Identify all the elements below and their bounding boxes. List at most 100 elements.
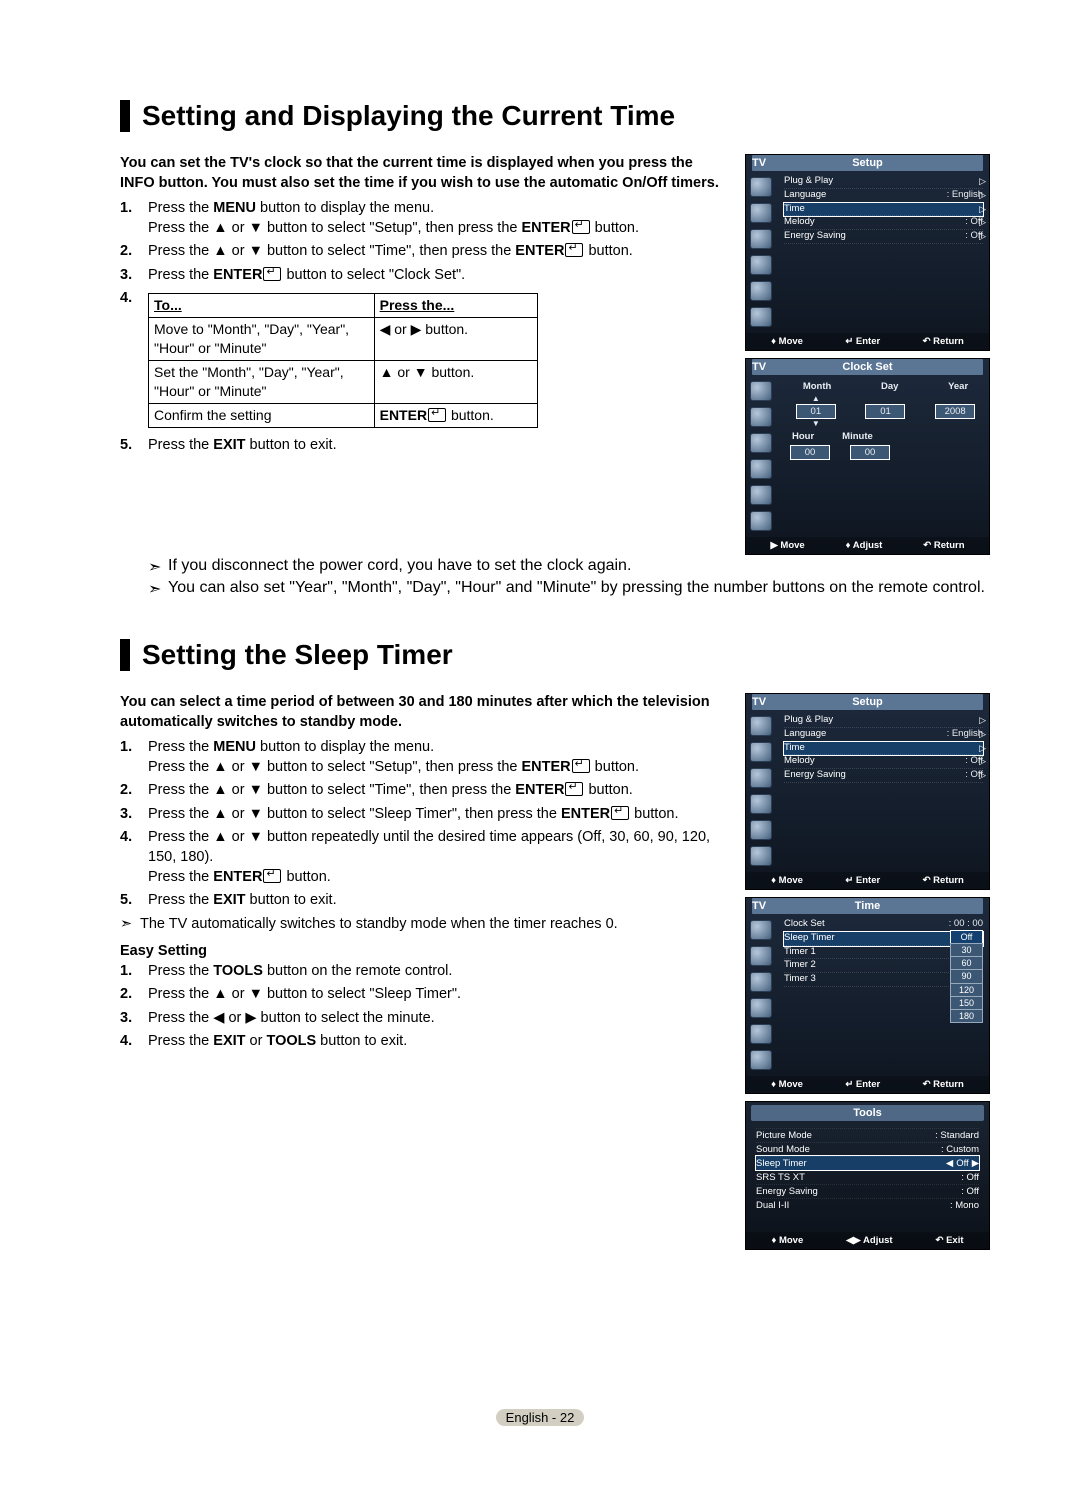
txt: Press the xyxy=(148,963,213,979)
drop-item: 120 xyxy=(950,983,983,997)
txt: button. xyxy=(584,243,632,259)
enter-icon xyxy=(565,782,583,796)
step-1: 1. Press the MENU button to display the … xyxy=(120,199,723,238)
step-number: 2. xyxy=(120,781,148,801)
osd-left-icons xyxy=(746,914,782,1076)
tools-label: TOOLS xyxy=(213,963,263,979)
note-text: You can also set "Year", "Month", "Day",… xyxy=(168,579,990,599)
easy-step-1: 1. Press the TOOLS button on the remote … xyxy=(120,962,723,982)
section-body: You can select a time period of between … xyxy=(120,693,990,1250)
osd-footer: ♦ Move ↵ Enter ↶ Return xyxy=(746,872,989,889)
osd-title: Time xyxy=(752,898,983,914)
txt: button on the remote control. xyxy=(263,963,452,979)
txt: button. xyxy=(630,806,678,822)
osd-title: Setup xyxy=(752,155,983,171)
enter-icon xyxy=(572,759,590,773)
page-number-pill: English - 22 xyxy=(496,1409,585,1426)
osd-menu-list: Plug & Play▷ Language: English▷ Time▷ Me… xyxy=(782,710,989,872)
osd-icon xyxy=(750,946,772,966)
enter-label: ENTER xyxy=(522,220,571,236)
easy-step-2: 2. Press the ▲ or ▼ button to select "Sl… xyxy=(120,985,723,1005)
osd-icon xyxy=(750,229,772,249)
txt: button. xyxy=(591,759,639,775)
osd-footer: ♦ Move ↵ Enter ↶ Return xyxy=(746,1076,989,1093)
cell: Set the "Month", "Day", "Year", "Hour" o… xyxy=(149,361,375,404)
osd-icon xyxy=(750,768,772,788)
drop-item: 30 xyxy=(950,943,983,957)
clock-area: Month Day Year ▲01▼ 01 2008 Hour xyxy=(782,375,989,537)
step-number: 5. xyxy=(120,436,148,456)
enter-hint: ↵ Enter xyxy=(845,875,880,886)
page-footer: English - 22 xyxy=(0,1409,1080,1426)
exit-label: EXIT xyxy=(213,1033,245,1049)
tools-row: Dual I-II: Mono xyxy=(756,1198,979,1212)
osd-setup-menu: TV Setup Plug & Play▷ xyxy=(745,154,990,351)
year-val: 2008 xyxy=(935,404,975,419)
step-body: Press the EXIT button to exit. xyxy=(148,891,723,911)
easy-setting-title: Easy Setting xyxy=(120,942,723,962)
tools-row-selected: Sleep Timer◀Off▶ xyxy=(756,1156,979,1170)
osd-tv-label: TV xyxy=(752,157,766,169)
txt: Press the xyxy=(148,437,213,453)
txt: button. xyxy=(591,220,639,236)
note-2: ➣ You can also set "Year", "Month", "Day… xyxy=(148,579,990,599)
move-hint: ♦ Move xyxy=(771,875,803,886)
osd-icon xyxy=(750,433,772,453)
osd-icon xyxy=(750,846,772,866)
step-body: Press the ▲ or ▼ button to select "Time"… xyxy=(148,781,723,801)
lbl: Year xyxy=(948,381,968,392)
osd-icon xyxy=(750,1050,772,1070)
instruction-text: You can set the TV's clock so that the c… xyxy=(120,154,723,555)
section-title: Setting the Sleep Timer xyxy=(120,639,990,671)
return-hint: ↶ Return xyxy=(923,336,964,347)
txt: Press the xyxy=(148,892,213,908)
cell: Move to "Month", "Day", "Year", "Hour" o… xyxy=(149,318,375,361)
txt: Press the ▲ or ▼ button to select "Sleep… xyxy=(148,806,561,822)
easy-step-3: 3. Press the ◀ or ▶ button to select the… xyxy=(120,1009,723,1029)
txt: Press the xyxy=(148,267,213,283)
sleep-dropdown: Off 30 60 90 120 150 180 xyxy=(950,930,983,1022)
section-sleep-timer: Setting the Sleep Timer You can select a… xyxy=(120,639,990,1250)
step-number: 1. xyxy=(120,962,148,982)
hour-val: 00 xyxy=(790,445,830,460)
section-title: Setting and Displaying the Current Time xyxy=(120,100,990,132)
step-body: Press the ENTER button to select "Clock … xyxy=(148,266,723,286)
enter-label: ENTER xyxy=(515,782,564,798)
txt: button to select "Clock Set". xyxy=(282,267,465,283)
minute-val: 00 xyxy=(850,445,890,460)
txt: button. xyxy=(282,869,330,885)
osd-icon xyxy=(750,742,772,762)
step-number: 3. xyxy=(120,1009,148,1029)
osd-icon xyxy=(750,920,772,940)
osd-row: Melody: Off▷ xyxy=(784,216,983,230)
osd-left-icons xyxy=(746,171,782,333)
move-hint: ♦ Move xyxy=(771,1235,803,1246)
osd-row: Plug & Play▷ xyxy=(784,175,983,189)
osd-clock-set: TV Clock Set Month xyxy=(745,358,990,555)
month-col: ▲01▼ xyxy=(796,395,836,428)
step-1: 1. Press the MENU button to display the … xyxy=(120,738,723,777)
osd-icon xyxy=(750,794,772,814)
tools-footer: ♦ Move ◀▶ Adjust ↶ Exit xyxy=(746,1232,989,1249)
step-3: 3. Press the ENTER button to select "Clo… xyxy=(120,266,723,286)
easy-step-4: 4. Press the EXIT or TOOLS button to exi… xyxy=(120,1032,723,1052)
txt: button to exit. xyxy=(316,1033,407,1049)
table-row: Set the "Month", "Day", "Year", "Hour" o… xyxy=(149,361,538,404)
osd-icon xyxy=(750,203,772,223)
osd-left-icons xyxy=(746,375,782,537)
move-hint: ♦ Move xyxy=(771,1079,803,1090)
lbl: Day xyxy=(881,381,898,392)
step-body: Press the EXIT or TOOLS button to exit. xyxy=(148,1032,723,1052)
table-row: Confirm the setting ENTER button. xyxy=(149,403,538,427)
action-table: To... Press the... Move to "Month", "Day… xyxy=(148,293,538,427)
txt: Press the ▲ or ▼ button to select "Time"… xyxy=(148,782,515,798)
osd-footer: ▶ Move ♦ Adjust ↶ Return xyxy=(746,537,989,554)
txt: Press the ▲ or ▼ button to select "Time"… xyxy=(148,243,515,259)
step-2: 2. Press the ▲ or ▼ button to select "Ti… xyxy=(120,781,723,801)
enter-label: ENTER xyxy=(213,869,262,885)
step-number: 4. xyxy=(120,828,148,887)
osd-tools-menu: Tools Picture Mode: Standard Sound Mode:… xyxy=(745,1101,990,1250)
enter-label: ENTER xyxy=(380,407,427,423)
move-hint: ♦ Move xyxy=(771,336,803,347)
note-text: The TV automatically switches to standby… xyxy=(140,915,723,935)
